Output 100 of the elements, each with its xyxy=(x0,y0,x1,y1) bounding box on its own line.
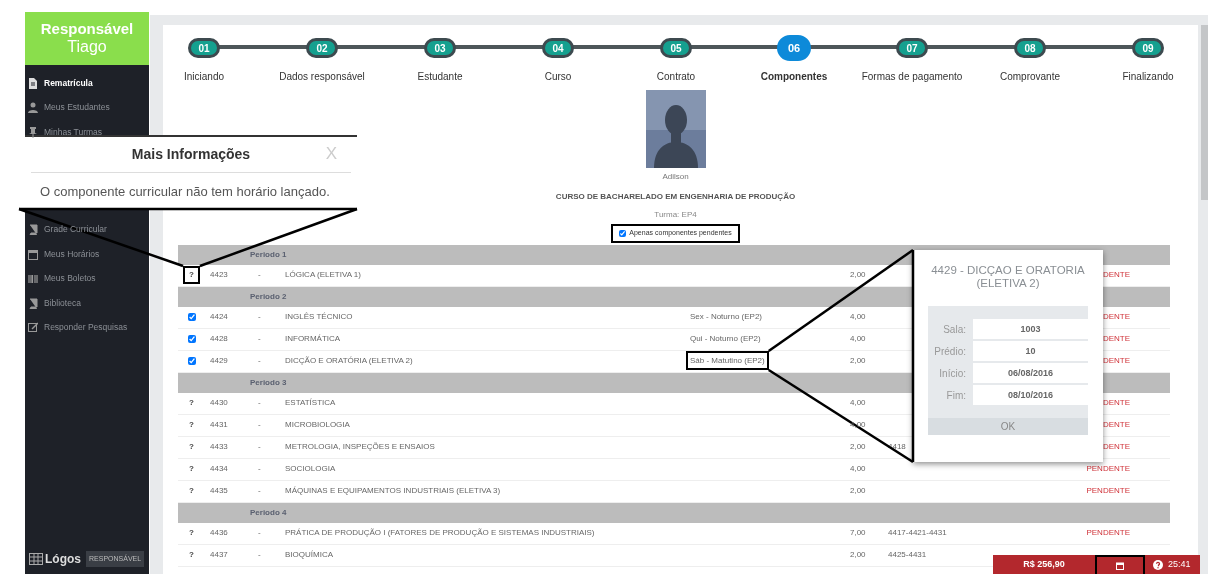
name-cell-text: LÓGICA (ELETIVA 1) xyxy=(285,269,362,281)
status-label: DENTE xyxy=(1102,442,1130,451)
dash-cell-text: - xyxy=(257,355,262,367)
info-link[interactable]: ? xyxy=(183,482,200,500)
dash-cell-text: - xyxy=(257,333,262,345)
name-cell-text: ESTATÍSTICA xyxy=(285,397,337,409)
dash-cell-text: - xyxy=(257,269,262,281)
book-icon xyxy=(28,297,38,309)
info-link[interactable]: ? xyxy=(183,460,200,478)
info-link[interactable]: ? xyxy=(183,524,200,542)
sidebar-item[interactable]: Responder Pesquisas xyxy=(25,315,149,340)
dash-cell-text: - xyxy=(257,549,262,561)
field-value: 06/08/2016 xyxy=(973,363,1088,384)
info-link[interactable]: ? xyxy=(183,394,200,412)
credits-cell: 2,00 xyxy=(850,442,866,451)
field-label: Fim: xyxy=(945,388,967,403)
status-label: DENTE xyxy=(1102,270,1130,279)
schedule-link[interactable]: Qui - Noturno (EP2) xyxy=(686,329,765,348)
name-cell-text: INFORMÁTICA xyxy=(285,333,342,345)
status-label: PENDENTE xyxy=(1086,486,1130,495)
code-cell-text: 4429 xyxy=(209,355,229,367)
class-label: Turma: EP4 xyxy=(654,209,697,221)
course-title: CURSO DE BACHARELADO EM ENGENHARIA DE PRODUÇÃO xyxy=(555,191,796,203)
step-label: Componentes xyxy=(760,70,828,84)
sidebar-item[interactable]: Minhas Turmas xyxy=(25,120,149,145)
name-cell-text: METROLOGIA, INSPEÇÕES E ENSAIOS xyxy=(285,441,436,453)
status-label: PENDENTE xyxy=(1086,464,1130,473)
schedule-link[interactable]: Sex - Noturno (EP2) xyxy=(686,307,767,326)
group-title: Periodo 4 xyxy=(250,506,287,519)
dash-cell-text: - xyxy=(257,485,262,497)
field-value: 1003 xyxy=(973,319,1088,340)
name-cell-text: DICÇÃO E ORATÓRIA (ELETIVA 2) xyxy=(285,355,414,367)
field-value: 10 xyxy=(973,341,1088,362)
sidebar-item[interactable]: Meus Estudantes xyxy=(25,95,149,120)
step-label: Dados responsável xyxy=(279,70,365,84)
step-label: Comprovante xyxy=(1000,70,1060,84)
step-label: Formas de pagamento xyxy=(861,70,963,84)
step-label: Contrato xyxy=(656,70,696,84)
dash-cell-text: - xyxy=(257,527,262,539)
dash-cell-text: - xyxy=(257,441,262,453)
sidebar-item[interactable]: Meus Boletos xyxy=(25,266,149,291)
total-amount: R$ 256,90 xyxy=(1022,557,1066,571)
info-link[interactable]: ? xyxy=(183,266,200,284)
dash-cell-text: - xyxy=(257,419,262,431)
timer-text: 25:41 xyxy=(1168,557,1191,571)
status-label: DENTE xyxy=(1102,420,1130,429)
scrollbar[interactable] xyxy=(1201,25,1208,200)
code-cell-text: 4434 xyxy=(209,463,229,475)
dash-cell-text: - xyxy=(257,311,262,323)
status-label: PENDENTE xyxy=(1086,528,1130,537)
code-cell-text: 4423 xyxy=(209,269,229,281)
popup-title: 4429 - DICÇAO E ORATORIA (ELETIVA 2) xyxy=(930,264,1086,291)
step-label: Finalizando xyxy=(1122,70,1174,84)
row-checkbox[interactable] xyxy=(187,357,196,365)
sidebar-item[interactable]: Biblioteca xyxy=(25,291,149,316)
credits-cell: 2,00 xyxy=(850,486,866,495)
step-label: Estudante xyxy=(417,70,463,84)
code-cell-text: 4428 xyxy=(209,333,229,345)
info-link[interactable]: ? xyxy=(183,546,200,564)
schedule-link[interactable]: Sáb - Matutino (EP2) xyxy=(686,351,769,370)
status-label: DENTE xyxy=(1102,356,1130,365)
sidebar-item[interactable]: Rematrícula xyxy=(25,71,149,96)
row-checkbox[interactable] xyxy=(187,335,196,343)
name-cell-text: MÁQUINAS E EQUIPAMENTOS INDUSTRIAIS (ELETIVA 3) xyxy=(285,485,502,497)
credits-cell: 4,00 xyxy=(850,464,866,473)
row-checkbox[interactable] xyxy=(187,313,196,321)
calendar-button[interactable] xyxy=(1095,555,1145,574)
code-cell-text: 4435 xyxy=(209,485,229,497)
group-title: Periodo 2 xyxy=(250,290,287,303)
help-icon xyxy=(1153,559,1163,570)
sidebar-item[interactable]: Meus Horários xyxy=(25,242,149,267)
document-icon xyxy=(28,77,38,89)
step-label: Iniciando xyxy=(184,70,224,84)
credits-cell: 2,00 xyxy=(850,550,866,559)
status-label: DENTE xyxy=(1102,312,1130,321)
field-label: Prédio: xyxy=(933,344,967,359)
barcode-icon xyxy=(28,273,38,285)
field-label: Sala: xyxy=(942,322,967,337)
dash-cell-text: - xyxy=(257,397,262,409)
credits-cell: 4,00 xyxy=(850,398,866,407)
credits-cell: 2,00 xyxy=(850,270,866,279)
prereq-cell: 4417-4421-4431 xyxy=(888,528,947,537)
sidebar-title: Responsável xyxy=(40,21,134,38)
step-label: Curso xyxy=(544,70,572,84)
info-link[interactable]: ? xyxy=(183,438,200,456)
name-cell-text: MICROBIOLOGIA xyxy=(285,419,351,431)
code-cell-text: 4431 xyxy=(209,419,229,431)
code-cell-text: 4436 xyxy=(209,527,229,539)
pin-icon xyxy=(28,126,38,138)
sidebar-item[interactable]: Grade Curricular xyxy=(25,217,149,242)
edit-icon xyxy=(28,322,38,334)
logo-text: Lógos xyxy=(45,551,81,568)
group-title: Periodo 1 xyxy=(250,248,287,261)
status-label: DENTE xyxy=(1102,334,1130,343)
name-cell-text: BIOQUÍMICA xyxy=(285,549,334,561)
ok-button[interactable]: OK xyxy=(928,418,1088,436)
code-cell-text: 4424 xyxy=(209,311,229,323)
name-cell-text: INGLÊS TÉCNICO xyxy=(285,311,354,323)
checkbox[interactable] xyxy=(619,229,627,237)
info-link[interactable]: ? xyxy=(183,416,200,434)
